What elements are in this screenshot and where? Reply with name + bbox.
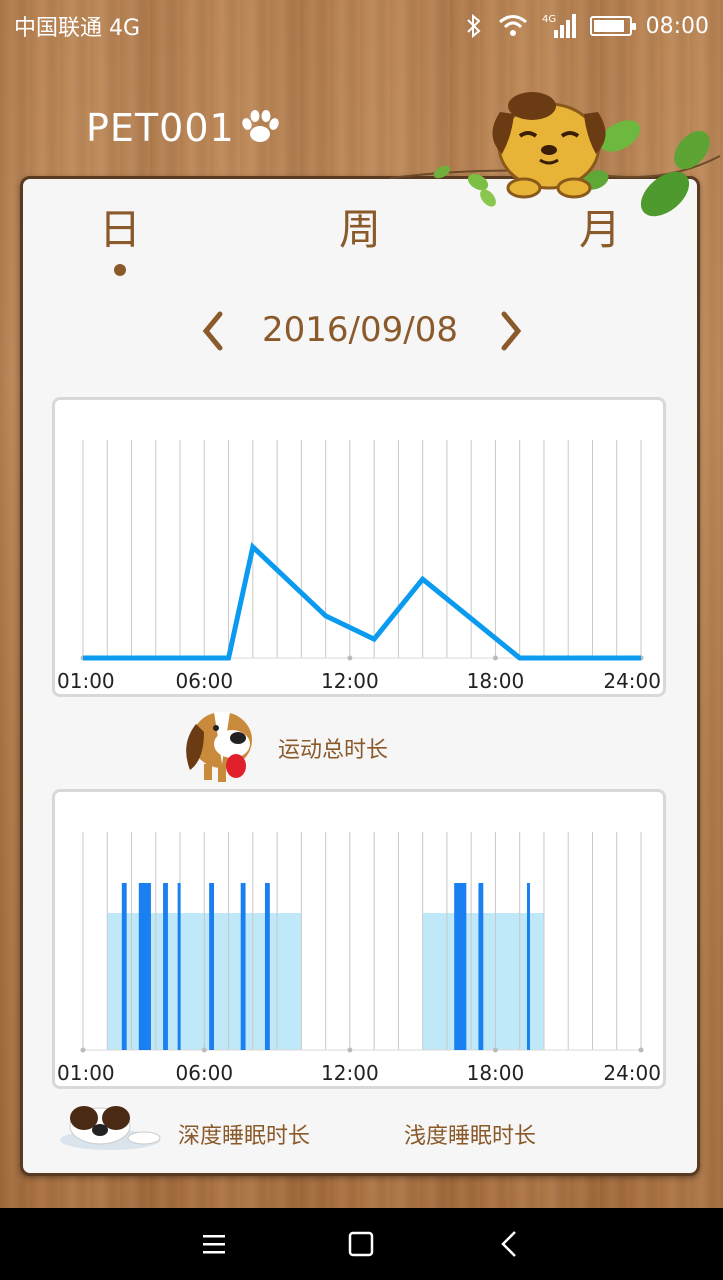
x-tick-label: 01:00 xyxy=(57,669,115,693)
sleeping-dog-icon xyxy=(60,1106,161,1150)
deep-sleep-bar xyxy=(177,883,181,1050)
sleep-chart: 01:00 06:00 12:00 18:00 24:00 xyxy=(52,789,666,1089)
x-tick-label: 12:00 xyxy=(321,669,379,693)
menu-button[interactable] xyxy=(184,1214,244,1274)
home-button[interactable] xyxy=(331,1214,391,1274)
x-tick-label: 18:00 xyxy=(467,1061,525,1085)
tick-dot xyxy=(201,1047,207,1053)
period-tabs: 日 周 月 xyxy=(0,196,723,286)
x-tick-label: 12:00 xyxy=(321,1061,379,1085)
clock: 08:00 xyxy=(645,13,709,39)
tick-dot xyxy=(492,655,498,661)
date-navigation: 2016/09/08 xyxy=(0,306,723,356)
tab-selected-indicator xyxy=(114,264,126,276)
x-tick-label: 01:00 xyxy=(57,1061,115,1085)
tick-dot xyxy=(492,1047,498,1053)
beagle-icon xyxy=(186,712,252,782)
sleep-chart-svg: 01:00 06:00 12:00 18:00 24:00 xyxy=(57,832,661,1085)
pet-name[interactable]: PET001 xyxy=(86,106,235,150)
deep-sleep-bar xyxy=(478,883,484,1050)
tab-month[interactable]: 月 xyxy=(560,196,640,257)
tick-dot xyxy=(638,1047,644,1053)
activity-chart: 01:00 06:00 12:00 18:00 24:00 xyxy=(52,397,666,697)
back-button[interactable] xyxy=(479,1214,539,1274)
wifi-icon xyxy=(498,15,527,36)
activity-legend: 运动总时长 xyxy=(178,704,478,784)
deep-sleep-bar xyxy=(264,883,270,1050)
status-bar: 中国联通 4G 4G 08:00 xyxy=(0,0,723,52)
network-label: 4G xyxy=(542,14,556,25)
status-icons: 4G 08:00 xyxy=(464,12,709,40)
paw-icon xyxy=(242,110,279,142)
x-tick-label: 06:00 xyxy=(175,1061,233,1085)
deep-sleep-bar xyxy=(138,883,151,1050)
current-date[interactable]: 2016/09/08 xyxy=(262,310,458,350)
x-tick-label: 18:00 xyxy=(467,669,525,693)
battery-icon xyxy=(589,16,636,36)
deep-sleep-bar xyxy=(454,883,467,1050)
tick-dot xyxy=(347,655,353,661)
chevron-left-icon[interactable] xyxy=(194,306,234,356)
sleep-legend: 深度睡眠时长 浅度睡眠时长 xyxy=(54,1100,674,1160)
bluetooth-icon xyxy=(466,13,481,39)
signal-icon: 4G xyxy=(542,14,576,38)
dog-mascot-icon xyxy=(492,92,606,199)
x-tick-label: 06:00 xyxy=(175,669,233,693)
tick-dot xyxy=(80,1047,86,1053)
activity-chart-svg: 01:00 06:00 12:00 18:00 24:00 xyxy=(57,440,661,693)
carrier-label: 中国联通 4G xyxy=(14,16,141,41)
x-tick-label: 24:00 xyxy=(603,1061,661,1085)
deep-sleep-bar xyxy=(209,883,215,1050)
tick-dot xyxy=(347,1047,353,1053)
back-icon xyxy=(501,1231,517,1257)
deep-sleep-bar xyxy=(526,883,530,1050)
system-nav-bar xyxy=(0,1208,723,1280)
deep-sleep-bar xyxy=(121,883,127,1050)
menu-icon xyxy=(202,1235,225,1254)
chevron-right-icon[interactable] xyxy=(490,306,530,356)
deep-sleep-bar xyxy=(163,883,168,1050)
tab-day[interactable]: 日 xyxy=(80,196,160,257)
home-square-icon xyxy=(349,1231,374,1257)
tab-week[interactable]: 周 xyxy=(320,196,400,257)
light-sleep-legend-label: 浅度睡眠时长 xyxy=(404,1124,537,1149)
activity-line xyxy=(83,542,641,661)
deep-sleep-bar xyxy=(240,883,246,1050)
deep-sleep-legend-label: 深度睡眠时长 xyxy=(178,1124,311,1149)
activity-legend-label: 运动总时长 xyxy=(278,738,389,763)
x-tick-label: 24:00 xyxy=(603,669,661,693)
